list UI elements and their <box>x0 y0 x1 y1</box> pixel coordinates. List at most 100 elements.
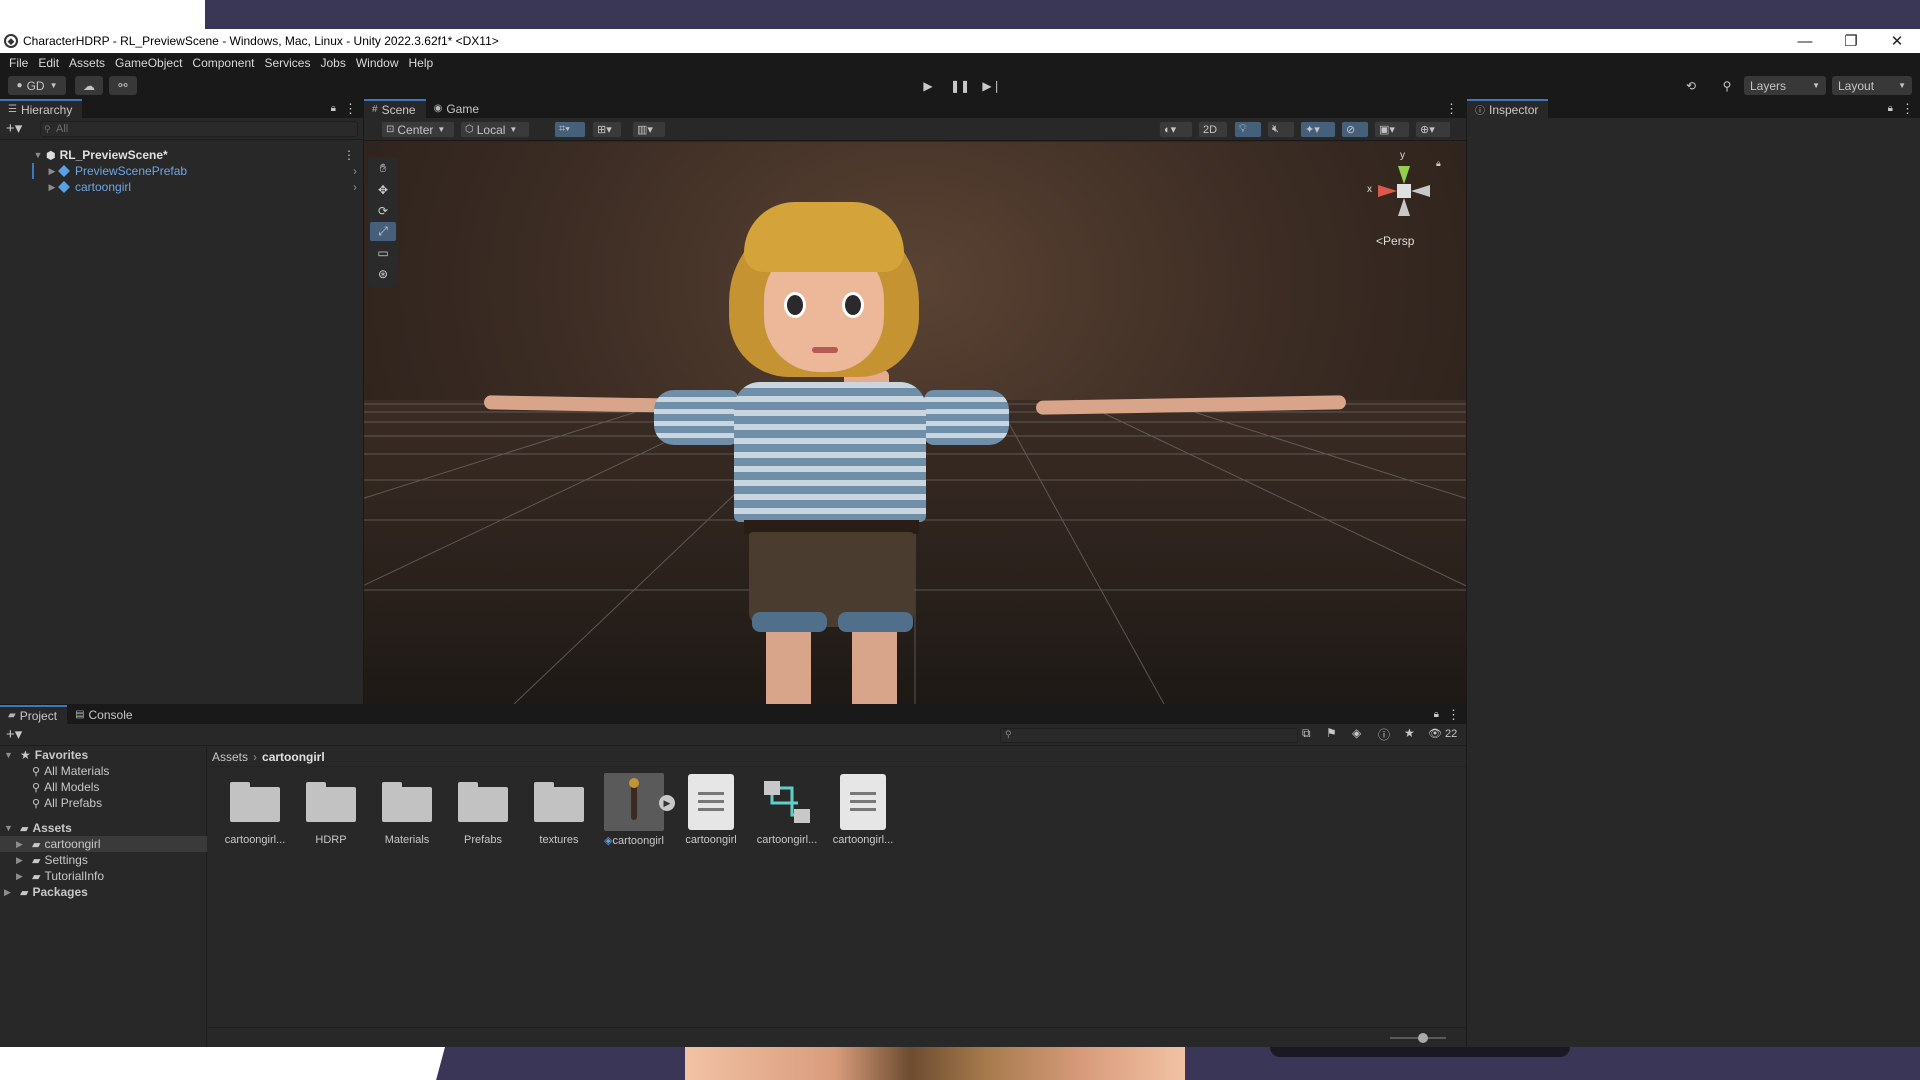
folder-item-selected[interactable]: ▶ ▰ cartoongirl <box>0 836 207 852</box>
minimize-button[interactable]: — <box>1782 33 1828 50</box>
expand-play-icon[interactable]: ▶ <box>659 795 675 811</box>
favorites-item[interactable]: ⚲ All Models <box>0 779 207 795</box>
pivot-dropdown[interactable]: ⊡ Center ▼ <box>381 121 455 138</box>
expand-arrow-icon[interactable]: ▼ <box>32 150 44 160</box>
add-icon[interactable]: +▾ <box>6 119 22 137</box>
tag-icon[interactable]: ◈ <box>1352 726 1361 740</box>
search-by-label-icon[interactable]: ⚑ <box>1326 726 1337 740</box>
audio-toggle[interactable]: 🔇︎ <box>1267 121 1295 138</box>
toggle-2d-button[interactable]: 2D <box>1198 121 1228 138</box>
more-options-icon[interactable]: ⋮ <box>344 99 357 118</box>
asset-document[interactable]: cartoongirl <box>676 773 746 858</box>
favorites-row[interactable]: ▼ ★ Favorites <box>0 747 207 763</box>
hierarchy-item[interactable]: ▶ PreviewScenePrefab › <box>0 163 363 179</box>
grid-snapping-toggle[interactable]: ⌗▾ <box>554 121 586 138</box>
pause-button[interactable]: ❚❚ <box>946 75 974 96</box>
menu-gameobject[interactable]: GameObject <box>114 56 183 70</box>
menu-edit[interactable]: Edit <box>37 56 60 70</box>
more-options-icon[interactable]: ⋮ <box>1445 99 1458 118</box>
favorites-item[interactable]: ⚲ All Prefabs <box>0 795 207 811</box>
icon-size-slider[interactable] <box>1390 1033 1446 1043</box>
asset-animator[interactable]: cartoongirl... <box>752 773 822 858</box>
tab-scene[interactable]: # Scene <box>364 99 426 118</box>
hierarchy-item[interactable]: ▶ cartoongirl › <box>0 179 363 195</box>
play-button[interactable]: ▶ <box>914 75 942 96</box>
search-by-type-icon[interactable]: ⧉ <box>1302 726 1311 741</box>
more-options-icon[interactable]: ⋮ <box>1901 99 1914 118</box>
projection-label[interactable]: <Persp <box>1376 234 1414 248</box>
breadcrumb-current[interactable]: cartoongirl <box>262 750 325 764</box>
asset-folder[interactable]: textures <box>524 773 594 858</box>
slider-handle[interactable] <box>1418 1033 1428 1043</box>
assets-root-row[interactable]: ▼ ▰ Assets <box>0 820 207 836</box>
camera-dropdown[interactable]: ▣▾ <box>1374 121 1410 138</box>
menu-component[interactable]: Component <box>191 56 255 70</box>
restore-button[interactable]: ❐ <box>1828 32 1874 50</box>
folder-item[interactable]: ▶ ▰ TutorialInfo <box>0 868 207 884</box>
search-button[interactable]: ⚲ <box>1713 75 1741 96</box>
tab-inspector[interactable]: ⓘ Inspector <box>1467 99 1549 118</box>
expand-arrow-icon[interactable]: ▶ <box>46 182 58 193</box>
chevron-right-icon[interactable]: › <box>353 180 357 194</box>
menu-assets[interactable]: Assets <box>68 56 106 70</box>
tab-project[interactable]: ▰ Project <box>0 705 68 724</box>
lock-icon[interactable]: 🔒︎ <box>331 99 336 118</box>
version-control-button[interactable]: ⚯ <box>109 76 137 95</box>
orientation-gizmo[interactable]: y x 🔒︎ <Persp <box>1364 150 1444 254</box>
more-options-icon[interactable]: ⋮ <box>343 148 355 162</box>
menu-help[interactable]: Help <box>408 56 435 70</box>
expand-arrow-icon[interactable]: ▶ <box>16 871 28 882</box>
rotate-tool-button[interactable]: ⟳ <box>370 201 396 220</box>
expand-arrow-icon[interactable]: ▶ <box>16 855 28 866</box>
increment-snap-toggle[interactable]: ▥▾ <box>632 121 666 138</box>
move-tool-button[interactable]: ✥ <box>370 180 396 199</box>
account-dropdown[interactable]: ● GD ▼ <box>8 76 66 95</box>
lock-icon[interactable]: 🔒︎ <box>1434 705 1439 724</box>
effects-dropdown[interactable]: ✦▾ <box>1300 121 1336 138</box>
tab-game[interactable]: ◉ Game <box>425 99 490 118</box>
project-search-input[interactable]: ⚲ <box>1000 728 1298 743</box>
menu-services[interactable]: Services <box>263 56 311 70</box>
expand-arrow-icon[interactable]: ▶ <box>16 839 28 850</box>
space-dropdown[interactable]: ⬡ Local ▼ <box>460 121 530 138</box>
warning-filter-icon[interactable]: ⓘ <box>1378 726 1390 743</box>
layout-dropdown[interactable]: Layout ▼ <box>1832 76 1912 95</box>
tab-console[interactable]: ▤ Console <box>67 705 143 724</box>
folder-item[interactable]: ▶ ▰ Settings <box>0 852 207 868</box>
asset-folder[interactable]: Materials <box>372 773 442 858</box>
gizmos-dropdown[interactable]: ⊕▾ <box>1415 121 1451 138</box>
scene-visibility-toggle[interactable]: ⊘ <box>1341 121 1369 138</box>
step-button[interactable]: ▶❘ <box>978 75 1006 96</box>
star-icon[interactable]: ★ <box>1404 726 1415 740</box>
expand-arrow-icon[interactable]: ▶ <box>46 166 58 177</box>
menu-window[interactable]: Window <box>355 56 400 70</box>
view-tool-button[interactable]: ✋︎ <box>370 159 396 178</box>
lighting-toggle[interactable]: 💡︎ <box>1234 121 1262 138</box>
menu-file[interactable]: File <box>8 56 29 70</box>
scale-tool-button[interactable]: ⤢ <box>370 222 396 241</box>
asset-folder[interactable]: HDRP <box>296 773 366 858</box>
chevron-right-icon[interactable]: › <box>353 164 357 178</box>
scene-viewport[interactable]: ✋︎ ✥ ⟳ ⤢ ▭ ⊛ y x 🔒︎ <Persp <box>364 142 1466 704</box>
layers-dropdown[interactable]: Layers ▼ <box>1744 76 1826 95</box>
character-model[interactable] <box>364 142 1466 704</box>
undo-history-button[interactable]: ⟲ <box>1677 75 1705 96</box>
add-icon[interactable]: +▾ <box>6 725 22 743</box>
tab-hierarchy[interactable]: ☰ Hierarchy <box>0 99 83 118</box>
more-options-icon[interactable]: ⋮ <box>1447 705 1460 724</box>
hierarchy-search-input[interactable]: ⚲ All <box>40 121 358 137</box>
lock-icon[interactable]: 🔒︎ <box>1436 158 1441 169</box>
rect-tool-button[interactable]: ▭ <box>370 243 396 262</box>
favorites-item[interactable]: ⚲ All Materials <box>0 763 207 779</box>
asset-folder[interactable]: Prefabs <box>448 773 518 858</box>
menu-jobs[interactable]: Jobs <box>319 56 346 70</box>
expand-arrow-icon[interactable]: ▶ <box>4 887 16 898</box>
asset-folder[interactable]: cartoongirl... <box>220 773 290 858</box>
grid-visibility-toggle[interactable]: ⊞▾ <box>592 121 622 138</box>
packages-row[interactable]: ▶ ▰ Packages <box>0 884 207 900</box>
draw-mode-dropdown[interactable]: ◐▾ <box>1159 121 1193 138</box>
cloud-button[interactable]: ☁ <box>75 76 103 95</box>
hidden-packages-toggle[interactable]: 👁︎ 22 <box>1428 727 1457 740</box>
close-button[interactable]: ✕ <box>1874 32 1920 50</box>
lock-icon[interactable]: 🔒︎ <box>1888 99 1893 118</box>
